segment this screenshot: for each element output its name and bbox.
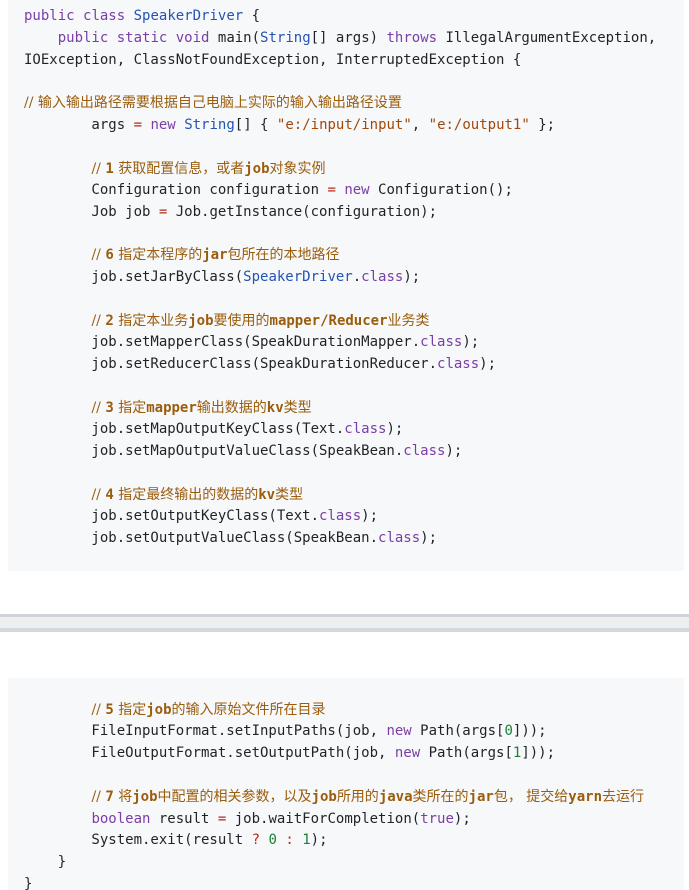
code-line: job.setReducerClass(SpeakDurationReducer… xyxy=(24,356,497,372)
code-line: // 输入输出路径需要根据自己电脑上实际的输入输出路径设置 xyxy=(24,95,402,111)
code-line: // 1 获取配置信息，或者job对象实例 xyxy=(91,161,326,177)
code-line: args = new String[] { "e:/input/input", … xyxy=(24,117,556,133)
code-line: // 6 指定本程序的jar包所在的本地路径 xyxy=(91,247,340,263)
code-line: // 7 将job中配置的相关参数，以及job所用的java类所在的jar包， … xyxy=(91,789,644,805)
code-line: } xyxy=(24,876,33,890)
code-line: job.setOutputKeyClass(Text.class); xyxy=(24,508,379,524)
code-line: public static void main(String[] args) t… xyxy=(57,30,657,46)
code-line: Job job = Job.getInstance(configuration)… xyxy=(24,204,438,220)
code-line: // 3 指定mapper输出数据的kv类型 xyxy=(91,400,312,416)
code-block-1: public class SpeakerDriver { public stat… xyxy=(8,0,684,571)
code-line: job.setMapOutputValueClass(SpeakBean.cla… xyxy=(24,443,463,459)
code-block-2: // 5 指定job的输入原始文件所在目录 FileInputFormat.se… xyxy=(8,678,684,890)
code-line: job.setJarByClass(SpeakerDriver.class); xyxy=(24,269,421,285)
code-line: job.setMapOutputKeyClass(Text.class); xyxy=(24,421,404,437)
code-line: // 4 指定最终输出的数据的kv类型 xyxy=(91,487,304,503)
code-line: FileOutputFormat.setOutputPath(job, new … xyxy=(24,745,556,761)
code-line: FileInputFormat.setInputPaths(job, new P… xyxy=(24,723,547,739)
code-line: } xyxy=(24,854,67,870)
code-line: job.setOutputValueClass(SpeakBean.class)… xyxy=(24,530,438,546)
code-line: public class SpeakerDriver { xyxy=(24,8,261,24)
code-line: IOException, ClassNotFoundException, Int… xyxy=(24,52,522,68)
code-line: // 2 指定本业务job要使用的mapper/Reducer业务类 xyxy=(91,313,430,329)
page-break-divider xyxy=(0,614,689,632)
code-line: // 5 指定job的输入原始文件所在目录 xyxy=(91,702,326,718)
code-line: boolean result = job.waitForCompletion(t… xyxy=(91,811,471,827)
code-line: job.setMapperClass(SpeakDurationMapper.c… xyxy=(24,334,480,350)
code-line: Configuration configuration = new Config… xyxy=(24,182,513,198)
code-line: System.exit(result ? 0 : 1); xyxy=(24,832,328,848)
